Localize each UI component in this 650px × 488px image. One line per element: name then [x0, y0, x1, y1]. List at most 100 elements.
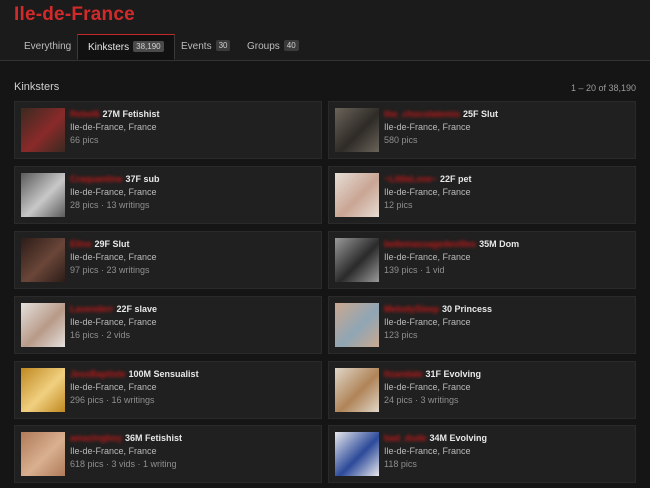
user-location: Ile-de-France, France — [384, 122, 471, 132]
user-name-line: amazingboy 36M Fetishist — [70, 433, 182, 443]
user-card[interactable]: ~LittleLove~ 22F pet Ile-de-France, France… — [328, 166, 636, 224]
avatar[interactable] — [21, 303, 65, 347]
user-stats: 296 pics · 16 writings — [70, 395, 155, 405]
user-meta: 25F Slut — [463, 109, 499, 119]
user-stats: 12 pics — [384, 200, 413, 210]
user-name-line: Eline 29F Slut — [70, 239, 130, 249]
avatar[interactable] — [21, 173, 65, 217]
user-card[interactable]: Rebel6 27M Fetishist Ile-de-France, France… — [14, 101, 322, 159]
user-stats: 16 pics · 2 vids — [70, 330, 131, 340]
avatar[interactable] — [335, 238, 379, 282]
tab-label: Everything — [24, 41, 72, 52]
user-meta: 37F sub — [125, 174, 160, 184]
user-card[interactable]: MelodySleep 30 Princess Ile-de-France, Fra… — [328, 296, 636, 354]
username-link[interactable]: bellemassagedevilles — [384, 239, 476, 249]
user-stats: 580 pics — [384, 135, 418, 145]
avatar[interactable] — [335, 303, 379, 347]
username-link[interactable]: the_chocolatemix — [384, 109, 460, 119]
count-badge: 40 — [283, 40, 299, 51]
user-name-line: bellemassagedevilles 35M Dom — [384, 239, 519, 249]
tab-label: Kinksters — [88, 42, 130, 53]
user-location: Ile-de-France, France — [384, 382, 471, 392]
user-card[interactable]: bad_dude 34M Evolving Ile-de-France, Franc… — [328, 425, 636, 483]
user-location: Ile-de-France, France — [384, 317, 471, 327]
username-link[interactable]: bad_dude — [384, 433, 427, 443]
user-card[interactable]: JessBaptiste 100M Sensualist Ile-de-France… — [14, 361, 322, 419]
pagination-summary: 1 – 20 of 38,190 — [570, 83, 636, 93]
username-link[interactable]: Rebel6 — [70, 109, 100, 119]
user-name-line: JessBaptiste 100M Sensualist — [70, 369, 199, 379]
user-card[interactable]: the_chocolatemix 25F Slut Ile-de-France, F… — [328, 101, 636, 159]
user-location: Ile-de-France, France — [384, 252, 471, 262]
tab-kinksters[interactable]: Kinksters 38,190 — [77, 34, 175, 60]
user-meta: 35M Dom — [479, 239, 520, 249]
avatar[interactable] — [21, 108, 65, 152]
tab-label: Events — [181, 41, 212, 52]
avatar[interactable] — [335, 432, 379, 476]
user-meta: 29F Slut — [94, 239, 130, 249]
user-card[interactable]: Eline 29F Slut Ile-de-France, France 97 pic… — [14, 231, 322, 289]
user-location: Ile-de-France, France — [384, 187, 471, 197]
user-meta: 34M Evolving — [429, 433, 488, 443]
avatar[interactable] — [21, 368, 65, 412]
user-stats: 618 pics · 3 vids · 1 writing — [70, 459, 177, 469]
user-meta: 36M Fetishist — [125, 433, 183, 443]
avatar[interactable] — [335, 108, 379, 152]
user-meta: 22F pet — [440, 174, 472, 184]
avatar[interactable] — [335, 173, 379, 217]
username-link[interactable]: Itzandale — [384, 369, 423, 379]
tab-label: Groups — [247, 41, 280, 52]
user-card[interactable]: Lavenderr 22F slave Ile-de-France, France 1… — [14, 296, 322, 354]
avatar[interactable] — [21, 432, 65, 476]
user-location: Ile-de-France, France — [384, 446, 471, 456]
user-location: Ile-de-France, France — [70, 252, 157, 262]
user-stats: 139 pics · 1 vid — [384, 265, 445, 275]
user-name-line: Rebel6 27M Fetishist — [70, 109, 160, 119]
user-card[interactable]: amazingboy 36M Fetishist Ile-de-France, Fr… — [14, 425, 322, 483]
tab-groups[interactable]: Groups 40 — [237, 34, 309, 60]
user-name-line: bad_dude 34M Evolving — [384, 433, 487, 443]
count-badge: 38,190 — [133, 41, 164, 52]
kinksters-section: Kinksters 1 – 20 of 38,190 Rebel6 27M Fet… — [0, 61, 650, 488]
tab-bar: Everything Kinksters 38,190 Events 30 Grou… — [0, 34, 650, 61]
username-link[interactable]: Lavenderr — [70, 304, 114, 314]
user-name-line: ~LittleLove~ 22F pet — [384, 174, 472, 184]
tab-everything[interactable]: Everything — [14, 34, 81, 60]
user-stats: 118 pics — [384, 459, 417, 469]
user-stats: 123 pics — [384, 330, 418, 340]
user-stats: 24 pics · 3 writings — [384, 395, 459, 405]
user-stats: 97 pics · 23 writings — [70, 265, 150, 275]
user-location: Ile-de-France, France — [70, 122, 157, 132]
count-badge: 30 — [215, 40, 231, 51]
username-link[interactable]: ~LittleLove~ — [384, 174, 437, 184]
user-name-line: Lavenderr 22F slave — [70, 304, 157, 314]
user-stats: 28 pics · 13 writings — [70, 200, 150, 210]
user-name-line: Craquantine 37F sub — [70, 174, 160, 184]
user-location: Ile-de-France, France — [70, 317, 157, 327]
tab-events[interactable]: Events 30 — [171, 34, 240, 60]
user-name-line: the_chocolatemix 25F Slut — [384, 109, 498, 119]
user-meta: 100M Sensualist — [128, 369, 199, 379]
user-stats: 66 pics — [70, 135, 99, 145]
user-name-line: Itzandale 31F Evolving — [384, 369, 481, 379]
user-name-line: MelodySleep 30 Princess — [384, 304, 492, 314]
username-link[interactable]: Eline — [70, 239, 92, 249]
username-link[interactable]: JessBaptiste — [70, 369, 126, 379]
user-card[interactable]: bellemassagedevilles 35M Dom Ile-de-France… — [328, 231, 636, 289]
user-location: Ile-de-France, France — [70, 382, 157, 392]
user-meta: 27M Fetishist — [102, 109, 160, 119]
user-meta: 31F Evolving — [425, 369, 482, 379]
user-meta: 30 Princess — [442, 304, 493, 314]
username-link[interactable]: Craquantine — [70, 174, 123, 184]
section-title: Kinksters — [14, 81, 60, 93]
user-meta: 22F slave — [116, 304, 158, 314]
user-card[interactable]: Craquantine 37F sub Ile-de-France, France 2… — [14, 166, 322, 224]
page-title: Ile-de-France — [14, 4, 135, 25]
username-link[interactable]: MelodySleep — [384, 304, 439, 314]
username-link[interactable]: amazingboy — [70, 433, 122, 443]
user-card[interactable]: Itzandale 31F Evolving Ile-de-France, Fran… — [328, 361, 636, 419]
avatar[interactable] — [335, 368, 379, 412]
user-location: Ile-de-France, France — [70, 446, 157, 456]
avatar[interactable] — [21, 238, 65, 282]
user-location: Ile-de-France, France — [70, 187, 157, 197]
